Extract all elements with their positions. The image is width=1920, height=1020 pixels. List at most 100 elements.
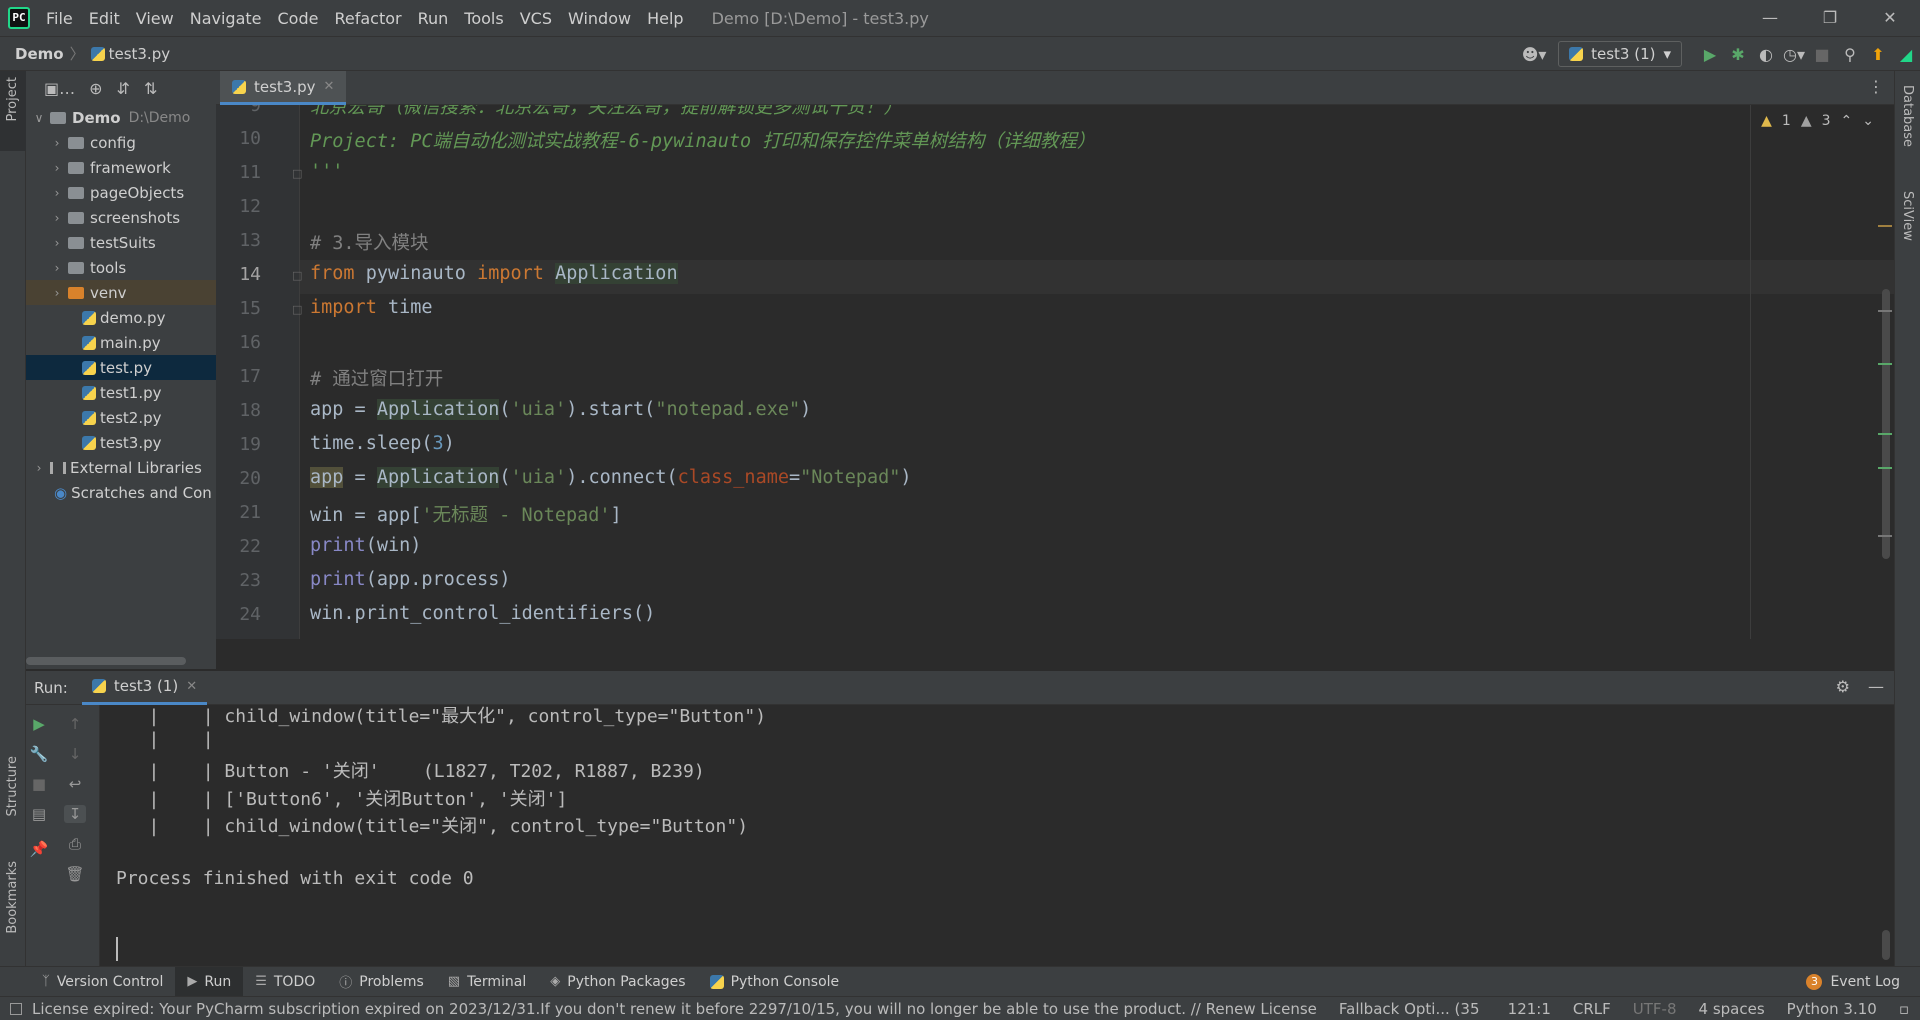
run-tab-test3[interactable]: test3 (1) ✕ [81,671,208,705]
tree-file-main[interactable]: main.py [26,330,216,355]
lock-icon[interactable]: ▫ [1899,1000,1909,1018]
project-horizontal-scrollbar[interactable] [26,657,186,665]
tree-folder-venv[interactable]: › venv [26,280,216,305]
structure-tool-button[interactable]: Structure [5,756,20,816]
tree-folder-screenshots[interactable]: › screenshots [26,205,216,230]
menu-file[interactable]: File [38,9,81,28]
tool-todo[interactable]: ☰ TODO [243,967,327,997]
minimize-icon[interactable]: — [1740,0,1800,36]
close-tab-icon[interactable]: ✕ [324,79,335,94]
fold-icon[interactable]: □ [292,167,302,180]
tree-file-test[interactable]: test.py [26,355,216,380]
file-encoding[interactable]: UTF-8 [1633,1000,1677,1018]
debug-icon[interactable]: ✱ [1724,45,1752,64]
close-window-icon[interactable]: ✕ [1860,0,1920,36]
gear-icon[interactable]: ⚙ [1836,677,1850,696]
python-interpreter[interactable]: Python 3.10 [1787,1000,1877,1018]
menu-vcs[interactable]: VCS [512,9,560,28]
run-configuration-selector[interactable]: test3 (1) ▾ [1558,41,1682,67]
database-tool-button[interactable]: Database [1900,85,1915,147]
tool-problems[interactable]: ⓘ Problems [327,967,436,997]
collapse-all-icon[interactable]: ⇅ [144,79,157,98]
menu-code[interactable]: Code [270,9,327,28]
layout-icon[interactable]: ▤ [28,805,50,823]
arrow-down-icon[interactable]: ↓ [64,745,86,763]
toggle-tool-windows-icon[interactable] [10,1002,22,1015]
editor-scrollbar[interactable] [1882,289,1890,559]
sciview-tool-button[interactable]: SciView [1900,191,1915,241]
error-stripe-marker[interactable] [1878,433,1892,435]
menu-edit[interactable]: Edit [81,9,128,28]
tool-terminal[interactable]: ▧ Terminal [436,967,538,997]
update-icon[interactable]: ⬆ [1864,45,1892,64]
fold-icon[interactable]: □ [292,303,302,316]
search-icon[interactable]: ⚲ [1836,45,1864,64]
tool-python-console[interactable]: Python Console [698,967,852,997]
profile-icon[interactable]: ◷▾ [1780,45,1808,64]
tree-root[interactable]: ∨ Demo D:\Demo [26,105,216,130]
inspection-widget[interactable]: ▲ 1 ▲ 3 ⌃ ⌄ [1761,113,1874,129]
scroll-to-end-icon[interactable]: ↧ [64,805,86,823]
tree-folder-config[interactable]: › config [26,130,216,155]
rerun-icon[interactable]: ▶ [28,715,50,733]
restore-icon[interactable]: ❐ [1800,0,1860,36]
locate-icon[interactable]: ⊕ [89,79,102,98]
error-stripe-marker[interactable] [1878,310,1892,312]
tree-file-test2[interactable]: test2.py [26,405,216,430]
tree-folder-pageobjects[interactable]: › pageObjects [26,180,216,205]
run-icon[interactable]: ▶ [1696,45,1724,64]
line-separator[interactable]: CRLF [1573,1000,1611,1018]
caret-position[interactable]: 121:1 [1508,1000,1551,1018]
tree-file-test3[interactable]: test3.py [26,430,216,455]
stop-icon[interactable]: ■ [28,775,50,793]
wrench-icon[interactable]: 🔧 [28,745,50,763]
indent-setting[interactable]: 4 spaces [1699,1000,1765,1018]
tree-folder-tools[interactable]: › tools [26,255,216,280]
more-icon[interactable]: ⋮ [1868,77,1884,96]
tree-external-libraries[interactable]: › External Libraries [26,455,216,480]
tree-file-demo[interactable]: demo.py [26,305,216,330]
breadcrumb-file[interactable]: test3.py [109,45,171,63]
trash-icon[interactable]: 🗑 [64,865,86,883]
expand-all-icon[interactable]: ⇵ [117,79,130,98]
stop-icon[interactable]: ■ [1808,45,1836,64]
error-stripe-marker[interactable] [1878,467,1892,469]
fold-icon[interactable]: □ [292,269,302,282]
view-mode-icon[interactable]: ▣… [44,79,75,98]
status-message[interactable]: License expired: Your PyCharm subscripti… [32,1000,1317,1018]
code-editor[interactable]: 9 10 11 12 13 14 15 16 17 18 19 20 21 22… [216,105,1894,639]
tool-version-control[interactable]: ᛉ Version Control [30,967,175,997]
coverage-icon[interactable]: ◐ [1752,45,1780,64]
menu-navigate[interactable]: Navigate [182,9,270,28]
tree-scratches[interactable]: ◉ Scratches and Con [26,480,216,505]
run-console-output[interactable]: | | child_window(title="最大化", control_ty… [100,705,1894,966]
hide-panel-icon[interactable]: — [1868,677,1884,696]
bookmarks-tool-button[interactable]: Bookmarks [5,861,20,934]
plugin-logo-icon[interactable]: ◢ [1892,45,1920,64]
error-stripe-marker[interactable] [1878,363,1892,365]
breadcrumb-project[interactable]: Demo [15,45,64,63]
menu-window[interactable]: Window [560,9,639,28]
tab-test3[interactable]: test3.py ✕ [220,71,347,105]
project-tool-button[interactable]: Project [5,77,20,121]
menu-help[interactable]: Help [639,9,691,28]
print-icon[interactable]: ⎙ [64,835,86,853]
chevron-down-icon[interactable]: ⌄ [1862,113,1874,129]
tree-file-test1[interactable]: test1.py [26,380,216,405]
close-tab-icon[interactable]: ✕ [186,679,197,694]
console-scrollbar[interactable] [1882,930,1890,960]
menu-run[interactable]: Run [410,9,457,28]
menu-refactor[interactable]: Refactor [326,9,409,28]
menu-view[interactable]: View [128,9,182,28]
tool-run[interactable]: ▶ Run [175,966,244,997]
tree-folder-testsuits[interactable]: › testSuits [26,230,216,255]
tree-folder-framework[interactable]: › framework [26,155,216,180]
chevron-up-icon[interactable]: ⌃ [1841,113,1853,129]
error-stripe-marker[interactable] [1878,225,1892,227]
soft-wrap-icon[interactable]: ↩ [64,775,86,793]
tool-python-packages[interactable]: ◈ Python Packages [538,967,697,997]
arrow-up-icon[interactable]: ↑ [64,715,86,733]
user-icon[interactable]: ☻▾ [1520,45,1548,64]
error-stripe-marker[interactable] [1878,535,1892,537]
event-log-button[interactable]: 3 Event Log [1806,967,1900,997]
